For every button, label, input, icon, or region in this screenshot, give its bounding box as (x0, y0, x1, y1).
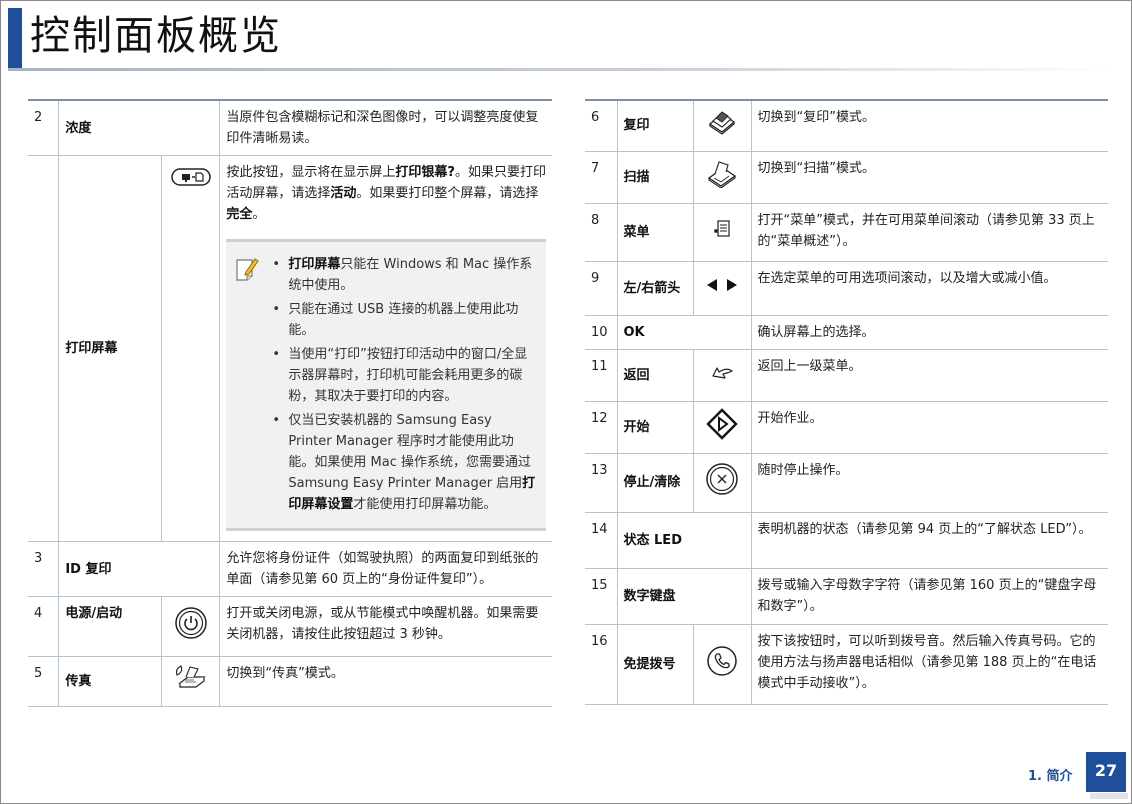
list-item: 打印屏幕只能在 Windows 和 Mac 操作系统中使用。 (268, 254, 538, 296)
power-icon (161, 596, 221, 657)
start-icon (692, 401, 752, 454)
scan-icon (692, 151, 752, 204)
row-name: 电源/启动 (58, 596, 162, 657)
row-description: 开始作业。 (751, 401, 1108, 454)
row-description: 打开“菜单”模式，并在可用菜单间滚动（请参见第 33 页上的“菜单概述”）。 (751, 203, 1108, 262)
row-name: 返回 (616, 349, 693, 402)
left-right-arrows-icon (692, 261, 752, 316)
row-description: 确认屏幕上的选择。 (751, 315, 1108, 350)
row-description: 返回上一级菜单。 (751, 349, 1108, 402)
print-screen-icon (161, 155, 221, 542)
title-divider (8, 68, 1118, 71)
row-name: 浓度 (58, 100, 220, 156)
table-row: 15 数字键盘 拨号或输入字母数字字符（请参见第 160 页上的“键盘字母和数字… (585, 568, 1108, 625)
row-number: 13 (585, 453, 617, 513)
row-description: 在选定菜单的可用选项间滚动，以及增大或减小值。 (751, 261, 1108, 316)
table-row: 5 传真 切换到“传真”模式。 (28, 656, 552, 707)
row-description: 表明机器的状态（请参见第 94 页上的“了解状态 LED”）。 (751, 512, 1108, 569)
row-name: 打印屏幕 (58, 155, 162, 542)
table-row: 11 返回 返回上一级菜单。 (585, 349, 1108, 402)
row-name: 菜单 (616, 203, 693, 262)
copy-icon (692, 100, 752, 152)
row-name: OK (616, 315, 752, 350)
row-description: 随时停止操作。 (751, 453, 1108, 513)
row-name: 开始 (616, 401, 693, 454)
table-row: 10 OK 确认屏幕上的选择。 (585, 315, 1108, 350)
row-name: 免提拨号 (616, 624, 693, 705)
row-number: 7 (585, 151, 617, 204)
row-number: 2 (28, 100, 59, 156)
print-screen-description: 按此按钮，显示将在显示屏上打印银幕?。如果只要打印活动屏幕，请选择活动。如果要打… (226, 165, 546, 222)
list-item: 仅当已安装机器的 Samsung Easy Printer Manager 程序… (268, 410, 538, 515)
row-description: 切换到“扫描”模式。 (751, 151, 1108, 204)
table-row: 16 免提拨号 按下该按钮时，可以听到拨号音。然后输入传真号码。它的使用方法与扬… (585, 624, 1108, 705)
row-number: 10 (585, 315, 617, 350)
row-number: 14 (585, 512, 617, 569)
table-row: 6 复印 切换到“复印”模式。 (585, 100, 1108, 152)
row-number: 3 (28, 541, 59, 597)
page-number-shadow (1090, 793, 1128, 799)
row-number: 12 (585, 401, 617, 454)
left-control-table: 2 浓度 当原件包含模糊标记和深色图像时，可以调整亮度使复印件清晰易读。 打印屏… (28, 99, 552, 707)
row-number: 6 (585, 100, 617, 152)
row-number: 5 (28, 656, 59, 707)
row-description: 打开或关闭电源，或从节能模式中唤醒机器。如果需要关闭机器，请按住此按钮超过 3 … (219, 596, 552, 657)
list-item: 当使用“打印”按钮打印活动中的窗口/全显示器屏幕时，打印机可能会耗用更多的碳粉，… (268, 344, 538, 407)
row-number: 11 (585, 349, 617, 402)
table-row: 14 状态 LED 表明机器的状态（请参见第 94 页上的“了解状态 LED”）… (585, 512, 1108, 569)
row-number: 16 (585, 624, 617, 705)
row-name: ID 复印 (58, 541, 220, 597)
row-name: 停止/清除 (616, 453, 693, 513)
table-row: 8 菜单 打开“菜单”模式，并在可用菜单间滚动（请参见第 33 页上的“菜单概述… (585, 203, 1108, 262)
title-accent-bar (8, 8, 22, 68)
row-number: 15 (585, 568, 617, 625)
page-title: 控制面板概览 (30, 13, 282, 59)
table-row: 13 停止/清除 随时停止操作。 (585, 453, 1108, 513)
row-name: 左/右箭头 (616, 261, 693, 316)
row-number: 9 (585, 261, 617, 316)
page-number: 27 (1086, 752, 1126, 792)
table-row: 2 浓度 当原件包含模糊标记和深色图像时，可以调整亮度使复印件清晰易读。 (28, 100, 552, 156)
row-description: 切换到“传真”模式。 (219, 656, 552, 707)
right-control-table: 6 复印 切换到“复印”模式。 7 扫描 切换到“扫描”模式。 8 菜单 打开“… (585, 99, 1108, 705)
table-row: 9 左/右箭头 在选定菜单的可用选项间滚动，以及增大或减小值。 (585, 261, 1108, 316)
stop-clear-icon (692, 453, 752, 513)
menu-icon (692, 203, 752, 262)
row-name: 复印 (616, 100, 693, 152)
row-name: 数字键盘 (616, 568, 752, 625)
table-row: 7 扫描 切换到“扫描”模式。 (585, 151, 1108, 204)
row-description: 允许您将身份证件（如驾驶执照）的两面复印到纸张的单面（请参见第 60 页上的“身… (219, 541, 552, 597)
table-row: 12 开始 开始作业。 (585, 401, 1108, 454)
note-box: 打印屏幕只能在 Windows 和 Mac 操作系统中使用。 只能在通过 USB… (226, 239, 546, 531)
table-row: 4 电源/启动 打开或关闭电源，或从节能模式中唤醒机器。如果需要关闭机器，请按住… (28, 596, 552, 657)
row-name: 扫描 (616, 151, 693, 204)
on-hook-dial-icon (692, 624, 752, 705)
note-list: 打印屏幕只能在 Windows 和 Mac 操作系统中使用。 只能在通过 USB… (268, 254, 538, 518)
row-description: 当原件包含模糊标记和深色图像时，可以调整亮度使复印件清晰易读。 (219, 100, 552, 156)
row-description: 切换到“复印”模式。 (751, 100, 1108, 152)
fax-icon (161, 656, 221, 707)
note-pencil-icon (234, 254, 268, 518)
chapter-label: 1. 简介 (1028, 769, 1073, 784)
table-row: 3 ID 复印 允许您将身份证件（如驾驶执照）的两面复印到纸张的单面（请参见第 … (28, 541, 552, 597)
row-name: 状态 LED (616, 512, 752, 569)
table-row: 打印屏幕 按此按钮，显示将在显示屏上打印银幕?。如果只要打印活动屏幕，请选择活动… (28, 155, 552, 542)
row-description: 拨号或输入字母数字字符（请参见第 160 页上的“键盘字母和数字”）。 (751, 568, 1108, 625)
back-icon (692, 349, 752, 402)
row-number: 8 (585, 203, 617, 262)
row-number: 4 (28, 596, 59, 657)
row-description: 按下该按钮时，可以听到拨号音。然后输入传真号码。它的使用方法与扬声器电话相似（请… (751, 624, 1108, 705)
row-name: 传真 (58, 656, 162, 707)
list-item: 只能在通过 USB 连接的机器上使用此功能。 (268, 299, 538, 341)
